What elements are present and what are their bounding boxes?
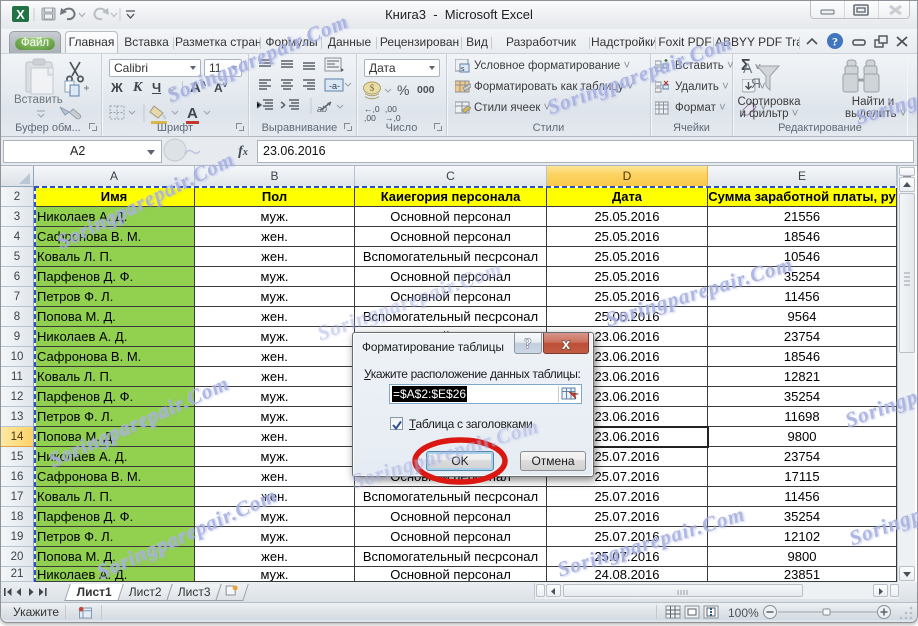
svg-text:-a-: -a- (329, 81, 340, 91)
svg-text:?: ? (832, 35, 838, 49)
svg-text:ab: ab (317, 104, 327, 114)
svg-text:А: А (743, 60, 753, 76)
svg-text:?: ? (524, 336, 532, 352)
svg-text:R: R (751, 75, 761, 91)
svg-text:s: s (461, 66, 465, 73)
svg-text:A: A (187, 105, 198, 122)
svg-text:x: x (562, 336, 571, 353)
svg-text:$: $ (370, 83, 375, 93)
svg-text:%: % (397, 82, 409, 98)
svg-text:000: 000 (417, 84, 435, 96)
